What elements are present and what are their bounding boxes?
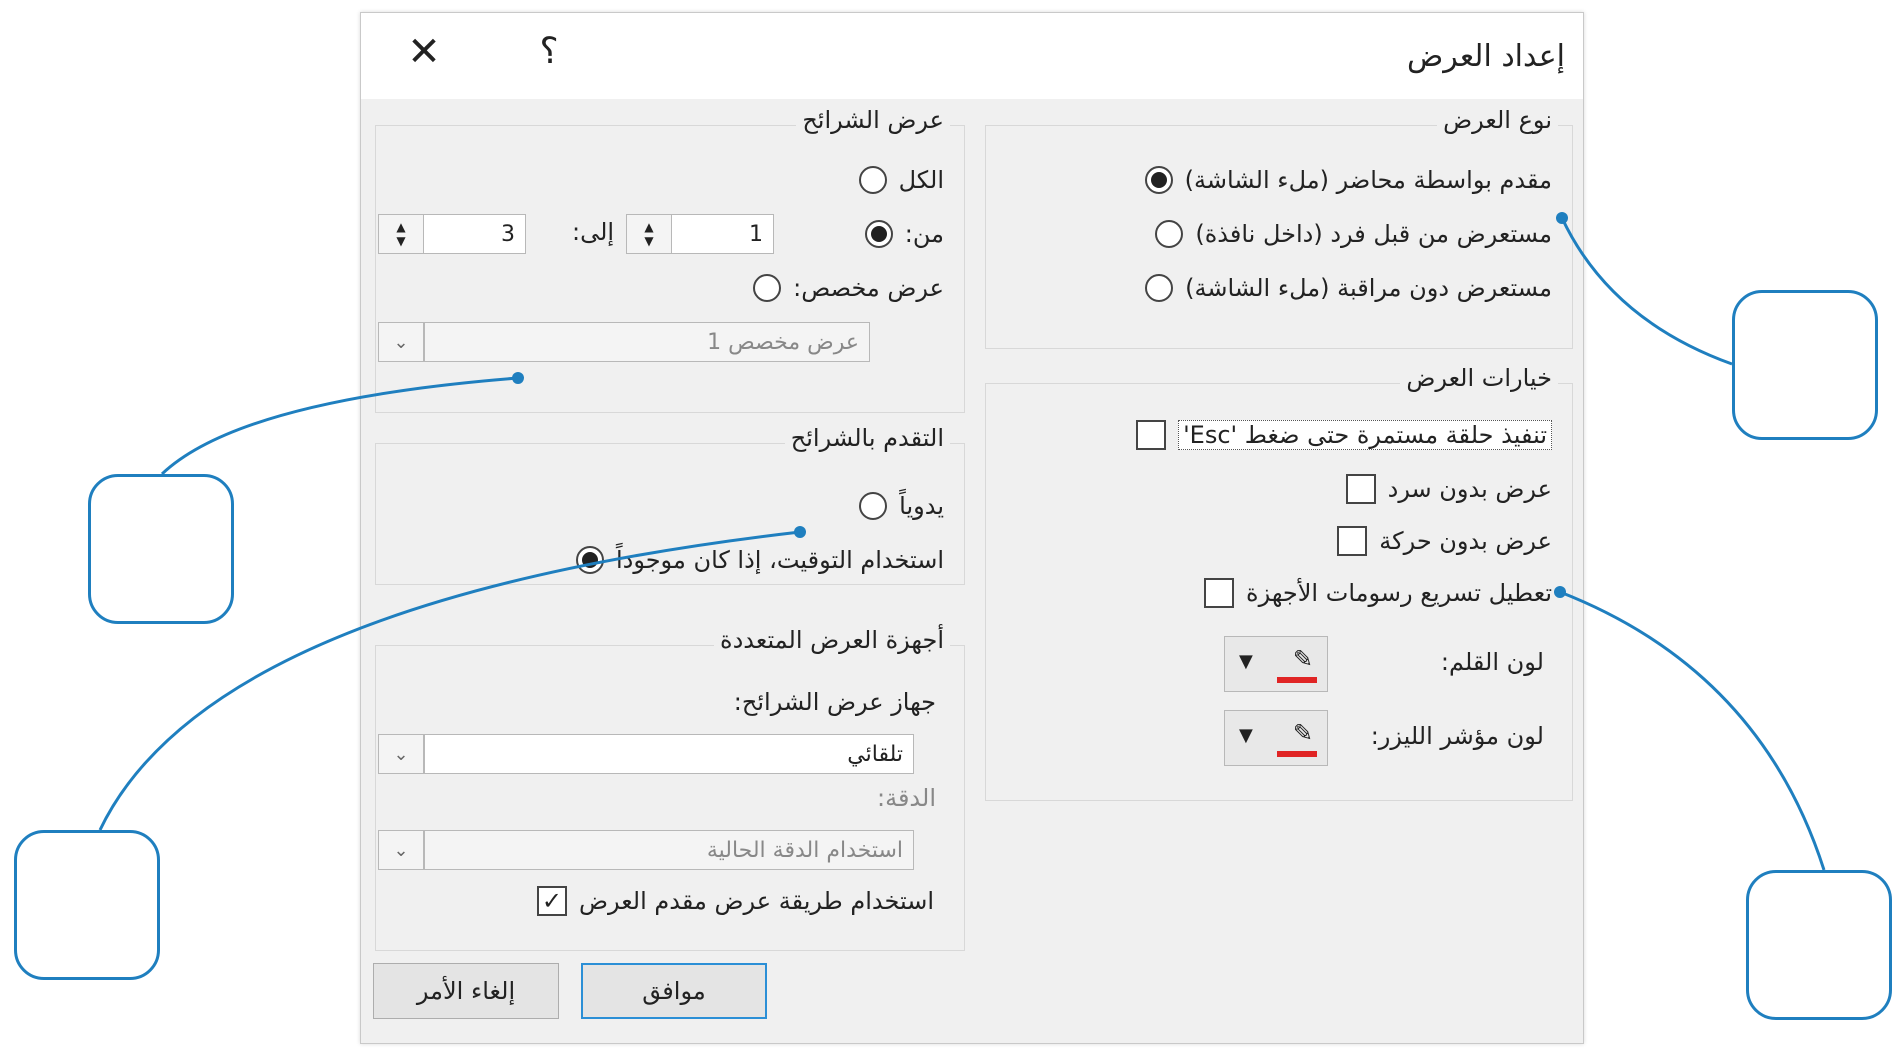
chevron-down-icon: ⌄	[393, 743, 409, 765]
advance-slides-legend: التقدم بالشرائح	[784, 424, 950, 452]
advance-slides-group: التقدم بالشرائح يدوياً استخدام التوقيت، …	[375, 424, 965, 585]
no-animation-option[interactable]: عرض بدون حركة	[1337, 526, 1552, 556]
to-input[interactable]: 3	[422, 214, 526, 254]
to-spinner[interactable]: ▲ ▼	[378, 214, 424, 254]
custom-show-dropdown[interactable]: ⌄	[378, 322, 424, 362]
monitor-select[interactable]: تلقائي	[424, 734, 914, 774]
spin-up-icon: ▲	[396, 220, 406, 234]
no-narration-option[interactable]: عرض بدون سرد	[1345, 474, 1552, 504]
custom-show-option[interactable]: عرض مخصص:	[753, 274, 944, 302]
ok-button[interactable]: موافق	[581, 963, 767, 1019]
radio-from[interactable]	[864, 220, 893, 248]
callout-box-advance	[14, 830, 160, 980]
leader-line-disable-hw-accel	[1559, 590, 1826, 871]
spin-down-icon: ▼	[644, 234, 654, 248]
pen-icon: ✎	[1292, 645, 1313, 673]
radio-custom-label: عرض مخصص:	[793, 274, 944, 302]
radio-kiosk-label: مستعرض دون مراقبة (ملء الشاشة)	[1185, 274, 1552, 302]
multiple-monitors-legend: أجهزة العرض المتعددة	[714, 626, 950, 654]
chevron-down-icon: ▼	[1239, 725, 1253, 746]
no-narration-checkbox[interactable]	[1345, 474, 1376, 504]
radio-manual[interactable]	[859, 492, 888, 520]
from-input[interactable]: 1	[670, 214, 774, 254]
manual-advance-option[interactable]: يدوياً	[859, 492, 944, 520]
show-type-legend: نوع العرض	[1437, 106, 1558, 134]
radio-kiosk[interactable]	[1145, 274, 1174, 302]
presenter-view-option[interactable]: ✓ استخدام طريقة عرض مقدم العرض	[536, 886, 934, 916]
close-icon[interactable]: ✕	[399, 29, 449, 75]
monitor-label: جهاز عرض الشرائح:	[733, 688, 936, 716]
chevron-down-icon: ⌄	[393, 839, 409, 861]
show-options-legend: خيارات العرض	[1400, 364, 1558, 392]
laser-color-label: لون مؤشر الليزر:	[1370, 722, 1544, 750]
loop-checkbox[interactable]	[1136, 420, 1167, 450]
radio-presenter-label: مقدم بواسطة محاضر (ملء الشاشة)	[1184, 166, 1552, 194]
callout-box-disable-hw-accel	[1746, 870, 1892, 1020]
show-type-individual-option[interactable]: مستعرض من قبل فرد (داخل نافذة)	[1155, 220, 1552, 248]
presenter-view-checkbox[interactable]: ✓	[536, 886, 567, 916]
chevron-down-icon: ▼	[1239, 651, 1253, 672]
resolution-label: الدقة:	[876, 784, 936, 812]
pen-color-label: لون القلم:	[1440, 648, 1544, 676]
from-spinner[interactable]: ▲ ▼	[626, 214, 672, 254]
timings-advance-option[interactable]: استخدام التوقيت، إذا كان موجوداً	[575, 546, 944, 574]
laser-color-button[interactable]: ✎ ▼	[1224, 710, 1328, 766]
radio-timings-label: استخدام التوقيت، إذا كان موجوداً	[615, 546, 944, 574]
resolution-dropdown[interactable]: ⌄	[378, 830, 424, 870]
to-label: إلى:	[572, 218, 615, 246]
chevron-down-icon: ⌄	[393, 331, 409, 353]
pen-icon: ✎	[1292, 719, 1313, 747]
pen-color-swatch	[1277, 677, 1317, 683]
show-options-group: خيارات العرض تنفيذ حلقة مستمرة حتى ضغط '…	[985, 364, 1573, 801]
radio-presenter[interactable]	[1144, 166, 1173, 194]
all-slides-option[interactable]: الكل	[858, 166, 944, 194]
disable-hw-accel-label: تعطيل تسريع رسومات الأجهزة	[1246, 579, 1552, 607]
set-up-show-dialog: إعداد العرض ؟ ✕ نوع العرض مقدم بواسطة مح…	[360, 12, 1584, 1044]
show-slides-legend: عرض الشرائح	[796, 106, 950, 134]
no-narration-label: عرض بدون سرد	[1387, 475, 1552, 503]
no-animation-label: عرض بدون حركة	[1379, 527, 1552, 555]
radio-individual-label: مستعرض من قبل فرد (داخل نافذة)	[1195, 220, 1552, 248]
radio-individual[interactable]	[1155, 220, 1184, 248]
disable-hw-accel-option[interactable]: تعطيل تسريع رسومات الأجهزة	[1204, 578, 1552, 608]
title-bar: إعداد العرض ؟ ✕	[361, 13, 1583, 99]
cancel-button[interactable]: إلغاء الأمر	[373, 963, 559, 1019]
spin-up-icon: ▲	[644, 220, 654, 234]
radio-all[interactable]	[858, 166, 887, 194]
laser-color-swatch	[1277, 751, 1317, 757]
leader-line-show-type	[1560, 217, 1733, 366]
no-animation-checkbox[interactable]	[1337, 526, 1368, 556]
radio-custom[interactable]	[753, 274, 782, 302]
radio-manual-label: يدوياً	[899, 492, 944, 520]
presenter-view-label: استخدام طريقة عرض مقدم العرض	[578, 887, 934, 915]
show-slides-group: عرض الشرائح الكل من: 1 ▲ ▼ إلى: 3 ▲ ▼ عر…	[375, 106, 965, 413]
radio-timings[interactable]	[575, 546, 604, 574]
show-type-presenter-option[interactable]: مقدم بواسطة محاضر (ملء الشاشة)	[1144, 166, 1552, 194]
custom-show-select[interactable]: عرض مخصص 1	[424, 322, 870, 362]
radio-all-label: الكل	[898, 166, 944, 194]
dialog-title: إعداد العرض	[1407, 39, 1565, 74]
resolution-select[interactable]: استخدام الدقة الحالية	[424, 830, 914, 870]
help-icon[interactable]: ؟	[529, 31, 569, 72]
show-type-kiosk-option[interactable]: مستعرض دون مراقبة (ملء الشاشة)	[1145, 274, 1552, 302]
monitor-dropdown[interactable]: ⌄	[378, 734, 424, 774]
spin-down-icon: ▼	[396, 234, 406, 248]
multiple-monitors-group: أجهزة العرض المتعددة جهاز عرض الشرائح: ت…	[375, 626, 965, 951]
from-slides-option[interactable]: من:	[864, 220, 944, 248]
disable-hw-accel-checkbox[interactable]	[1204, 578, 1235, 608]
show-type-group: نوع العرض مقدم بواسطة محاضر (ملء الشاشة)…	[985, 106, 1573, 349]
loop-option[interactable]: تنفيذ حلقة مستمرة حتى ضغط 'Esc'	[1136, 420, 1552, 450]
callout-box-show-type	[1732, 290, 1878, 440]
callout-box-custom-show	[88, 474, 234, 624]
radio-from-label: من:	[904, 220, 944, 248]
pen-color-button[interactable]: ✎ ▼	[1224, 636, 1328, 692]
loop-label: تنفيذ حلقة مستمرة حتى ضغط 'Esc'	[1178, 420, 1552, 450]
